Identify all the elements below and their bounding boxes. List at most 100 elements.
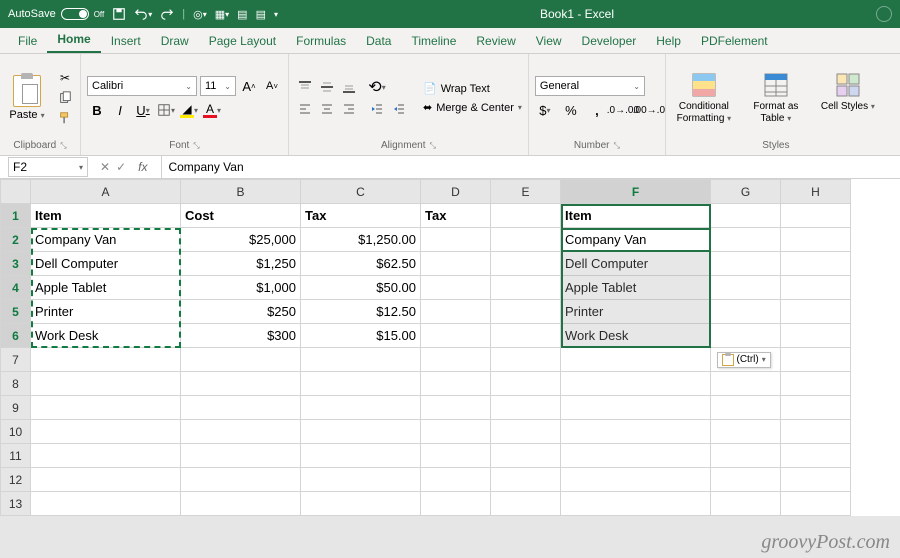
cell-D11[interactable] (421, 444, 491, 468)
cell-G11[interactable] (711, 444, 781, 468)
clipboard-dialog-icon[interactable]: ⤡ (60, 141, 66, 151)
align-left-icon[interactable] (295, 100, 315, 118)
cell-F5[interactable]: Printer (561, 300, 711, 324)
cell-D7[interactable] (421, 348, 491, 372)
cell-A1[interactable]: Item (31, 204, 181, 228)
decrease-decimal-icon[interactable]: .00→.0 (639, 100, 659, 120)
borders-icon[interactable]: ▾ (156, 100, 176, 120)
select-all-corner[interactable] (1, 180, 31, 204)
cell-E1[interactable] (491, 204, 561, 228)
row-header-2[interactable]: 2 (1, 228, 31, 252)
cell-H4[interactable] (781, 276, 851, 300)
underline-button[interactable]: U▾ (133, 100, 153, 120)
cancel-formula-icon[interactable]: ✕ (100, 160, 110, 174)
row-header-8[interactable]: 8 (1, 372, 31, 396)
grow-font-icon[interactable]: A˄ (239, 76, 259, 96)
cell-E6[interactable] (491, 324, 561, 348)
shrink-font-icon[interactable]: A˅ (262, 76, 282, 96)
cell-B1[interactable]: Cost (181, 204, 301, 228)
increase-indent-icon[interactable] (389, 100, 409, 118)
cell-G6[interactable] (711, 324, 781, 348)
cell-F13[interactable] (561, 492, 711, 516)
conditional-formatting-button[interactable]: Conditional Formatting ▾ (672, 71, 736, 125)
cell-E2[interactable] (491, 228, 561, 252)
paste-options-tag[interactable]: (Ctrl) ▾ (717, 352, 771, 368)
col-header-B[interactable]: B (181, 180, 301, 204)
merge-center-button[interactable]: ⬌Merge & Center ▾ (423, 101, 522, 114)
touch-mode-icon[interactable]: ◎▾ (193, 8, 207, 21)
comma-format-icon[interactable]: , (587, 100, 607, 120)
fx-icon[interactable]: fx (132, 160, 153, 174)
tab-view[interactable]: View (526, 29, 572, 53)
tab-help[interactable]: Help (646, 29, 691, 53)
account-icon[interactable] (876, 6, 892, 22)
cell-F11[interactable] (561, 444, 711, 468)
row-header-10[interactable]: 10 (1, 420, 31, 444)
cell-D2[interactable] (421, 228, 491, 252)
col-header-D[interactable]: D (421, 180, 491, 204)
cell-D5[interactable] (421, 300, 491, 324)
tab-draw[interactable]: Draw (151, 29, 199, 53)
formula-input[interactable]: Company Van (162, 160, 900, 174)
cell-C1[interactable]: Tax (301, 204, 421, 228)
cell-B6[interactable]: $300 (181, 324, 301, 348)
cell-F2[interactable]: Company Van (561, 228, 711, 252)
cell-A2[interactable]: Company Van (31, 228, 181, 252)
cell-A9[interactable] (31, 396, 181, 420)
cell-H13[interactable] (781, 492, 851, 516)
cell-G8[interactable] (711, 372, 781, 396)
qat-more-3-icon[interactable]: ▤ (256, 8, 266, 21)
cell-B8[interactable] (181, 372, 301, 396)
cell-H5[interactable] (781, 300, 851, 324)
cell-G13[interactable] (711, 492, 781, 516)
cell-H11[interactable] (781, 444, 851, 468)
cut-icon[interactable]: ✂ (56, 70, 74, 86)
cell-H3[interactable] (781, 252, 851, 276)
cell-F7[interactable] (561, 348, 711, 372)
cell-H12[interactable] (781, 468, 851, 492)
cell-G5[interactable] (711, 300, 781, 324)
tab-insert[interactable]: Insert (101, 29, 151, 53)
cell-A6[interactable]: Work Desk (31, 324, 181, 348)
cell-F12[interactable] (561, 468, 711, 492)
cell-C7[interactable] (301, 348, 421, 372)
alignment-dialog-icon[interactable]: ⤡ (429, 141, 435, 151)
cell-D6[interactable] (421, 324, 491, 348)
cell-G12[interactable] (711, 468, 781, 492)
paste-button[interactable]: Paste ▾ (6, 75, 48, 121)
tab-timeline[interactable]: Timeline (401, 29, 466, 53)
cell-C4[interactable]: $50.00 (301, 276, 421, 300)
align-middle-icon[interactable] (317, 78, 337, 96)
cell-A13[interactable] (31, 492, 181, 516)
cell-G10[interactable] (711, 420, 781, 444)
cell-E10[interactable] (491, 420, 561, 444)
font-name-select[interactable]: Calibri⌄ (87, 76, 197, 96)
row-header-9[interactable]: 9 (1, 396, 31, 420)
number-format-select[interactable]: General⌄ (535, 76, 645, 96)
cell-A3[interactable]: Dell Computer (31, 252, 181, 276)
qat-more-1-icon[interactable]: ▦▾ (215, 8, 229, 21)
cell-E3[interactable] (491, 252, 561, 276)
cell-E12[interactable] (491, 468, 561, 492)
cell-H8[interactable] (781, 372, 851, 396)
format-painter-icon[interactable] (56, 110, 74, 126)
cell-H9[interactable] (781, 396, 851, 420)
orientation-icon[interactable]: ⟲▾ (367, 78, 387, 96)
name-box[interactable]: F2▾ (8, 157, 88, 177)
cell-B12[interactable] (181, 468, 301, 492)
enter-formula-icon[interactable]: ✓ (116, 160, 126, 174)
copy-icon[interactable] (56, 90, 74, 106)
cell-E5[interactable] (491, 300, 561, 324)
italic-button[interactable]: I (110, 100, 130, 120)
cell-E4[interactable] (491, 276, 561, 300)
font-size-select[interactable]: 11⌄ (200, 76, 236, 96)
format-as-table-button[interactable]: Format as Table ▾ (744, 71, 808, 125)
cell-D12[interactable] (421, 468, 491, 492)
cell-C2[interactable]: $1,250.00 (301, 228, 421, 252)
row-header-7[interactable]: 7 (1, 348, 31, 372)
tab-data[interactable]: Data (356, 29, 401, 53)
row-header-5[interactable]: 5 (1, 300, 31, 324)
cell-A8[interactable] (31, 372, 181, 396)
tab-home[interactable]: Home (47, 27, 100, 53)
cell-D8[interactable] (421, 372, 491, 396)
